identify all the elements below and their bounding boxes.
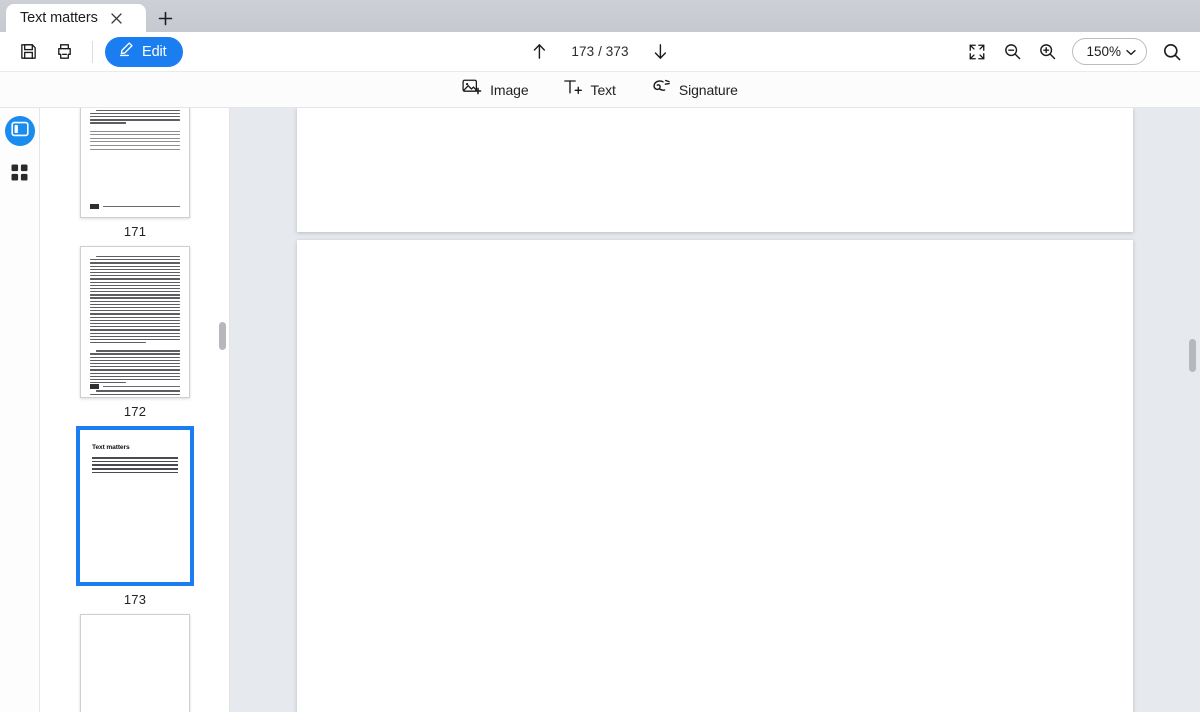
thumbnail-footer [90, 204, 180, 209]
sidebar-scrollbar[interactable] [216, 108, 228, 712]
thumbnail-preview: Text matters [80, 444, 190, 474]
print-button[interactable] [48, 37, 80, 67]
thumbnail-page[interactable] [80, 108, 190, 218]
workspace: 171 172 Text matters 173 [0, 108, 1200, 712]
insert-image-label: Image [490, 81, 529, 98]
insert-image-tool[interactable]: Image [458, 75, 532, 104]
grid-icon [11, 164, 28, 186]
thumbnail-preview [81, 247, 189, 397]
insert-text-label: Text [590, 81, 616, 98]
sidebar-panel-icon [10, 120, 29, 143]
edit-button-label: Edit [142, 43, 167, 60]
thumbnail-item-173[interactable]: Text matters 173 [76, 426, 194, 607]
next-page-button[interactable] [645, 37, 677, 67]
thumbnail-list: 171 172 Text matters 173 [40, 108, 229, 712]
signature-label: Signature [678, 81, 738, 98]
thumbnail-preview [81, 108, 189, 217]
signature-tool[interactable]: Signature [646, 75, 742, 104]
pencil-icon [117, 40, 135, 63]
chevron-down-icon [1126, 43, 1136, 61]
toggle-sidebar-button[interactable] [4, 116, 35, 146]
image-add-icon [462, 77, 482, 102]
viewer-scrollbar[interactable] [1186, 108, 1200, 712]
document-viewer[interactable] [230, 108, 1200, 712]
thumbnail-item-172[interactable]: 172 [80, 246, 190, 419]
thumbnail-footer [90, 384, 180, 389]
viewer-scrollbar-thumb[interactable] [1189, 339, 1196, 372]
annotation-toolbar: Image Text Signature [0, 72, 1200, 108]
document-tab[interactable]: Text matters [6, 4, 146, 32]
main-toolbar: Edit 173 / 373 150% [0, 32, 1200, 72]
titlebar: Text matters [0, 0, 1200, 32]
toolbar-divider [92, 40, 93, 63]
edit-button[interactable]: Edit [105, 36, 183, 67]
thumbnail-label: 173 [123, 592, 147, 607]
toolbar-right-group: 150% [961, 37, 1188, 67]
new-tab-button[interactable] [150, 4, 180, 32]
close-icon[interactable] [108, 9, 126, 27]
thumbnail-page[interactable] [80, 614, 190, 712]
sidebar-scrollbar-thumb[interactable] [219, 322, 226, 350]
page-stack [230, 108, 1200, 712]
thumbnail-sidebar[interactable]: 171 172 Text matters 173 [40, 108, 230, 712]
signature-icon [650, 77, 671, 102]
thumbnail-title: Text matters [92, 444, 130, 451]
left-icon-rail [0, 108, 40, 712]
page-navigation: 173 / 373 [523, 37, 676, 67]
search-icon[interactable] [1156, 37, 1188, 67]
fullscreen-icon[interactable] [961, 37, 993, 67]
toolbar-left-group: Edit [12, 36, 183, 67]
tab-title: Text matters [20, 10, 98, 26]
thumbnail-item-174[interactable]: 174 [80, 614, 190, 712]
save-button[interactable] [12, 37, 44, 67]
zoom-level-value: 150% [1086, 44, 1121, 59]
pdf-editor-window: Text matters Edit 173 / 373 150% Image T… [0, 0, 1200, 712]
page-grid-button[interactable] [5, 160, 35, 190]
zoom-level-dropdown[interactable]: 150% [1072, 38, 1147, 65]
previous-page-button[interactable] [523, 37, 555, 67]
thumbnail-item-171[interactable]: 171 [80, 108, 190, 239]
thumbnail-label: 172 [123, 404, 147, 419]
zoom-out-icon[interactable] [996, 37, 1028, 67]
insert-text-tool[interactable]: Text [559, 75, 620, 104]
thumbnail-label: 171 [123, 224, 147, 239]
document-page[interactable] [297, 108, 1133, 232]
thumbnail-page[interactable] [80, 246, 190, 398]
thumbnail-page-selected[interactable]: Text matters [76, 426, 194, 586]
text-add-icon [563, 77, 583, 102]
document-page[interactable] [297, 240, 1133, 712]
page-indicator[interactable]: 173 / 373 [571, 44, 628, 59]
zoom-in-icon[interactable] [1031, 37, 1063, 67]
